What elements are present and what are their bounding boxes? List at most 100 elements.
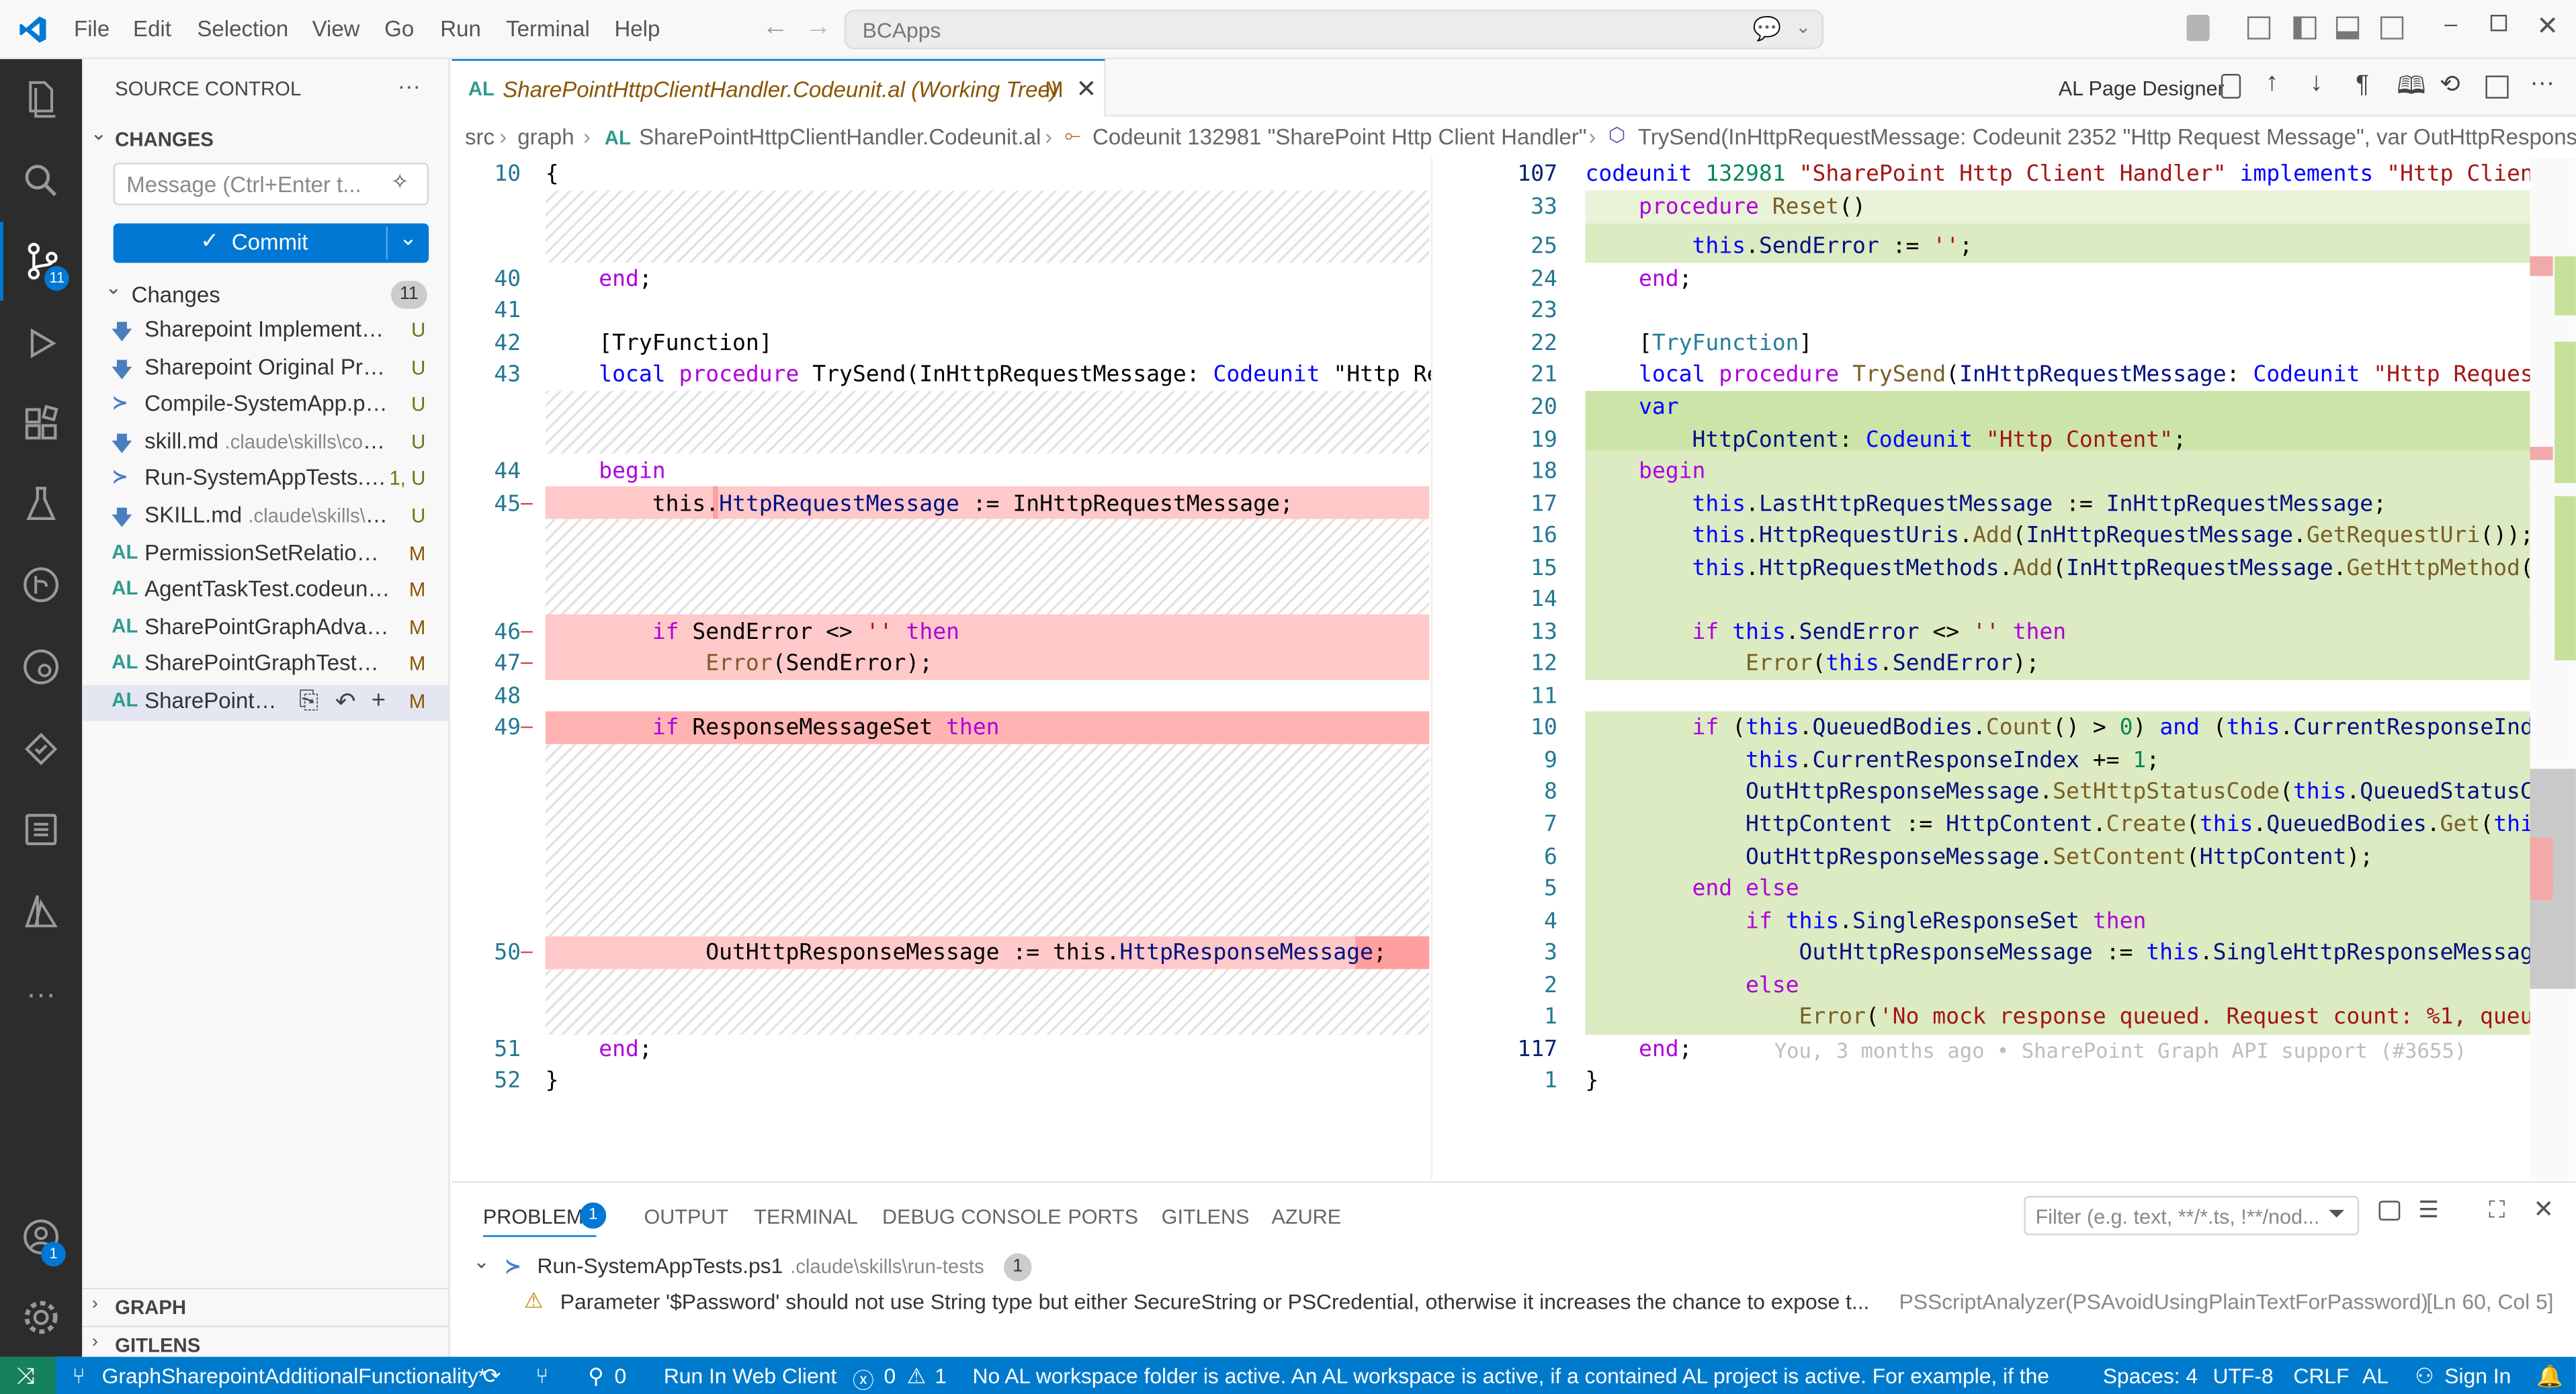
tab-debug-console[interactable]: DEBUG CONSOLE [882,1206,1062,1229]
tab-terminal[interactable]: TERMINAL [754,1206,858,1229]
ports-count[interactable]: 0 [614,1363,626,1388]
explorer-icon[interactable] [0,59,82,138]
error-count[interactable]: 0 [884,1363,896,1388]
tab-gitlens[interactable]: GITLENS [1162,1206,1250,1229]
close-panel-icon[interactable]: ✕ [2533,1194,2554,1224]
toggle-panel-icon[interactable] [2335,16,2360,40]
tab-problems[interactable]: PROBLEMS [482,1206,597,1237]
eol-selector[interactable]: CRLF [2293,1363,2349,1388]
show-whitespace-icon[interactable]: ¶ [2356,71,2369,99]
commit-button[interactable]: ✓ Commit ⌄ [113,223,429,263]
al-explorer-icon[interactable] [0,790,82,869]
menu-file[interactable]: File [74,16,110,41]
tab-output[interactable]: OUTPUT [644,1206,728,1229]
problem-file-row[interactable]: ⌄ ≻ Run-SystemAppTests.ps1 .claude\skill… [452,1248,2576,1284]
sign-in-button[interactable]: Sign In [2444,1363,2511,1388]
discard-changes-icon[interactable]: ↶ [335,687,356,716]
copilot-icon[interactable] [2186,15,2210,42]
breadcrumb-src[interactable]: src [465,125,495,150]
graph-section-header[interactable]: › GRAPH [82,1287,449,1324]
source-control-icon[interactable]: 11 [0,222,82,301]
breadcrumb-codeunit[interactable]: Codeunit 132981 "SharePoint Http Client … [1092,125,1586,150]
settings-gear-icon[interactable] [0,1278,82,1356]
forward-arrow-icon[interactable]: → [805,13,831,43]
indentation-selector[interactable]: Spaces: 4 [2103,1363,2198,1388]
testing-icon[interactable] [0,465,82,543]
toggle-secondary-sidebar-icon[interactable] [2380,16,2404,40]
changed-file-item[interactable]: AL AgentTaskTest.codeunit.... M [82,574,448,610]
diff-original-pane[interactable]: 10 40 41 42 43 44 45 46 47 48 49 50 51 5… [452,157,1431,1180]
changed-file-item[interactable]: 🡇 skill.md .claude\skills\com... U [82,425,448,462]
al-page-designer-button[interactable]: AL Page Designer [2059,77,2225,100]
remote-icon[interactable]: ⤨ [16,1362,34,1390]
open-file-icon[interactable] [2221,74,2241,99]
changed-file-item[interactable]: AL SharePointHt... M ⎘ ↶ + [82,685,449,722]
sync-icon[interactable]: ⟳ [483,1363,501,1389]
more-views-icon[interactable]: ··· [0,955,82,1033]
chevron-down-icon[interactable]: ⌄ [1795,16,1811,38]
open-preview-icon[interactable]: 🕮 [2397,69,2425,110]
view-as-list-icon[interactable]: ☰ [2418,1196,2439,1224]
menu-view[interactable]: View [312,16,360,41]
breadcrumb-method[interactable]: TrySend(InHttpRequestMessage: Codeunit 2… [1638,125,2576,150]
previous-change-icon[interactable]: ↑ [2266,69,2279,99]
problems-filter-input[interactable]: Filter (e.g. text, **/*.ts, !**/nod... ⏷ [2024,1196,2360,1235]
notifications-bell-icon[interactable]: 🔔 [2536,1363,2563,1389]
git-branch-label[interactable]: GraphSharepointAdditionalFunctionality* [102,1363,487,1388]
menu-run[interactable]: Run [440,16,481,41]
collapse-all-icon[interactable] [2378,1201,2401,1221]
open-file-icon[interactable]: ⎘ [299,687,318,715]
customize-layout-icon[interactable] [2247,16,2271,40]
search-icon[interactable] [0,141,82,220]
next-change-icon[interactable]: ↓ [2310,69,2323,99]
git-graph-icon[interactable] [0,546,82,624]
toggle-sidebar-icon[interactable] [2293,16,2317,40]
changed-file-item[interactable]: AL SharePointGraphAdvan... M [82,611,448,647]
editor-tab-active[interactable]: AL SharePointHttpClientHandler.Codeunit.… [452,59,1106,119]
close-tab-icon[interactable]: ✕ [1076,74,1097,103]
changes-group-row[interactable]: ⌄ Changes 11 [82,276,448,312]
restore-icon[interactable] [2490,15,2507,32]
commit-options-chevron-icon[interactable]: ⌄ [399,225,417,251]
menu-edit[interactable]: Edit [133,16,171,41]
maximize-panel-icon[interactable]: ⛶ [2489,1196,2505,1224]
language-mode-selector[interactable]: AL [2362,1363,2389,1388]
command-center-search[interactable]: BCApps 💬 ⌄ [844,9,1824,50]
menu-go[interactable]: Go [384,16,414,41]
toggle-inline-diff-icon[interactable]: ⟲ [2440,69,2460,99]
changed-file-item[interactable]: 🡇 Sharepoint Implementat... U [82,314,448,350]
changed-file-item[interactable]: ≻ Run-SystemAppTests.p... 1, U [82,462,448,498]
git-graph-status-icon[interactable]: ⑂ [535,1363,548,1388]
copilot-chat-icon[interactable]: 💬 [1753,15,1782,43]
minimize-icon[interactable]: – [2444,10,2457,36]
commit-message-input[interactable]: Message (Ctrl+Enter t... ✧ [113,163,429,206]
breadcrumb-file[interactable]: SharePointHttpClientHandler.Codeunit.al [639,125,1041,150]
sparkle-icon[interactable]: ✧ [391,169,409,195]
run-in-web-client-button[interactable]: Run In Web Client [664,1363,836,1388]
accounts-icon[interactable]: 1 [0,1197,82,1276]
breadcrumb-graph[interactable]: graph [517,125,574,150]
warning-count[interactable]: 1 [935,1363,947,1388]
run-debug-icon[interactable] [0,304,82,382]
gitlens-inspect-icon[interactable] [0,627,82,706]
tab-ports[interactable]: PORTS [1068,1206,1138,1229]
remote-explorer-icon[interactable] [0,709,82,788]
changes-section-header[interactable]: ⌄ CHANGES [82,122,448,158]
problem-row[interactable]: ⚠ Parameter '$Password' should not use S… [452,1284,2576,1321]
changed-file-item[interactable]: ≻ Compile-SystemApp.ps1... U [82,388,448,425]
menu-help[interactable]: Help [614,16,660,41]
extensions-icon[interactable] [0,384,82,463]
menu-selection[interactable]: Selection [197,16,288,41]
close-window-icon[interactable]: ✕ [2536,10,2559,43]
sidebar-more-icon[interactable]: ··· [398,73,421,99]
changed-file-item[interactable]: AL PermissionSetRelationI... M [82,537,448,573]
menu-terminal[interactable]: Terminal [506,16,590,41]
changed-file-item[interactable]: 🡇 Sharepoint Original Pro... U [82,351,448,387]
filter-funnel-icon[interactable]: ⏷ [2328,1201,2345,1227]
diff-splitter[interactable] [1430,157,1489,1180]
split-editor-icon[interactable] [2485,75,2509,99]
azure-icon[interactable] [0,872,82,951]
more-actions-icon[interactable]: ··· [2530,69,2554,97]
tab-azure[interactable]: AZURE [1272,1206,1342,1229]
diff-modified-pane[interactable]: 107 33 25 24 23 22 21 20 19 18 17 16 15 … [1488,157,2576,1180]
